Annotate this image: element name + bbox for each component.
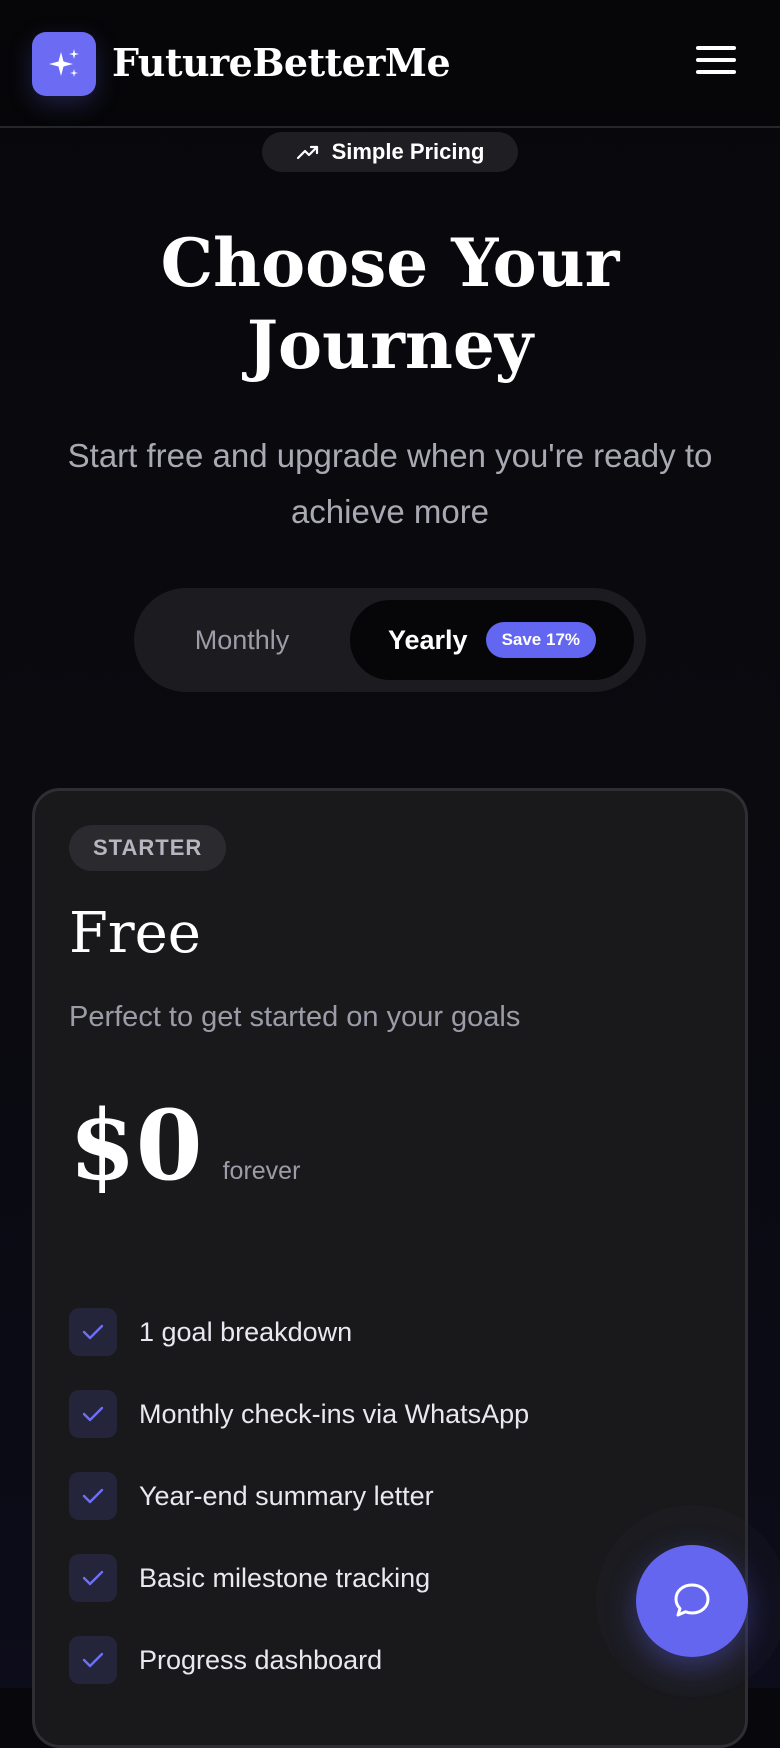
page-title: Choose Your Journey bbox=[0, 222, 780, 386]
plan-price: $0 bbox=[69, 1089, 203, 1202]
subtitle-line-2: achieve more bbox=[290, 493, 490, 530]
feature-item: Monthly check-ins via WhatsApp bbox=[69, 1373, 529, 1455]
feature-text: Basic milestone tracking bbox=[139, 1562, 431, 1593]
billing-toggle: Monthly Yearly Save 17% bbox=[134, 588, 646, 692]
check-icon bbox=[69, 1554, 117, 1602]
feature-text: Progress dashboard bbox=[139, 1644, 383, 1675]
site-header: FutureBetterMe bbox=[0, 0, 780, 128]
tier-badge: STARTER bbox=[69, 825, 227, 871]
feature-item: Basic milestone tracking bbox=[69, 1537, 529, 1619]
price-row: $0 forever bbox=[69, 1091, 300, 1201]
check-icon bbox=[69, 1308, 117, 1356]
feature-list: 1 goal breakdown Monthly check-ins via W… bbox=[69, 1291, 529, 1701]
feature-item: Year-end summary letter bbox=[69, 1455, 529, 1537]
feature-text: Monthly check-ins via WhatsApp bbox=[139, 1398, 530, 1429]
check-icon bbox=[69, 1636, 117, 1684]
page-subtitle: Start free and upgrade when you're ready… bbox=[30, 428, 750, 540]
sparkles-icon[interactable] bbox=[32, 32, 96, 96]
monthly-label: Monthly bbox=[194, 624, 290, 655]
feature-item: Progress dashboard bbox=[69, 1619, 529, 1701]
chat-bubble-icon bbox=[674, 1583, 710, 1617]
feature-item: 1 goal breakdown bbox=[69, 1291, 529, 1373]
monthly-option[interactable]: Monthly bbox=[134, 588, 350, 692]
brand-name[interactable]: FutureBetterMe bbox=[112, 40, 451, 85]
subtitle-line-1: Start free and upgrade when you're ready… bbox=[67, 437, 713, 474]
save-badge: Save 17% bbox=[485, 622, 597, 658]
yearly-option[interactable]: Yearly Save 17% bbox=[350, 600, 634, 680]
feature-text: Year-end summary letter bbox=[139, 1480, 434, 1511]
hamburger-menu-icon[interactable] bbox=[696, 46, 736, 80]
pill-label: Simple Pricing bbox=[331, 139, 485, 164]
trending-up-icon bbox=[296, 145, 318, 160]
feature-text: 1 goal breakdown bbox=[139, 1316, 353, 1347]
simple-pricing-pill: Simple Pricing bbox=[262, 132, 518, 172]
plan-description: Perfect to get started on your goals bbox=[69, 1001, 521, 1033]
title-line-2: Journey bbox=[246, 306, 534, 384]
price-period: forever bbox=[222, 1157, 301, 1185]
yearly-label: Yearly bbox=[387, 624, 468, 655]
plan-name: Free bbox=[69, 901, 201, 966]
check-icon bbox=[69, 1472, 117, 1520]
title-line-1: Choose Your bbox=[160, 224, 620, 302]
check-icon bbox=[69, 1390, 117, 1438]
chat-button[interactable] bbox=[636, 1545, 748, 1657]
